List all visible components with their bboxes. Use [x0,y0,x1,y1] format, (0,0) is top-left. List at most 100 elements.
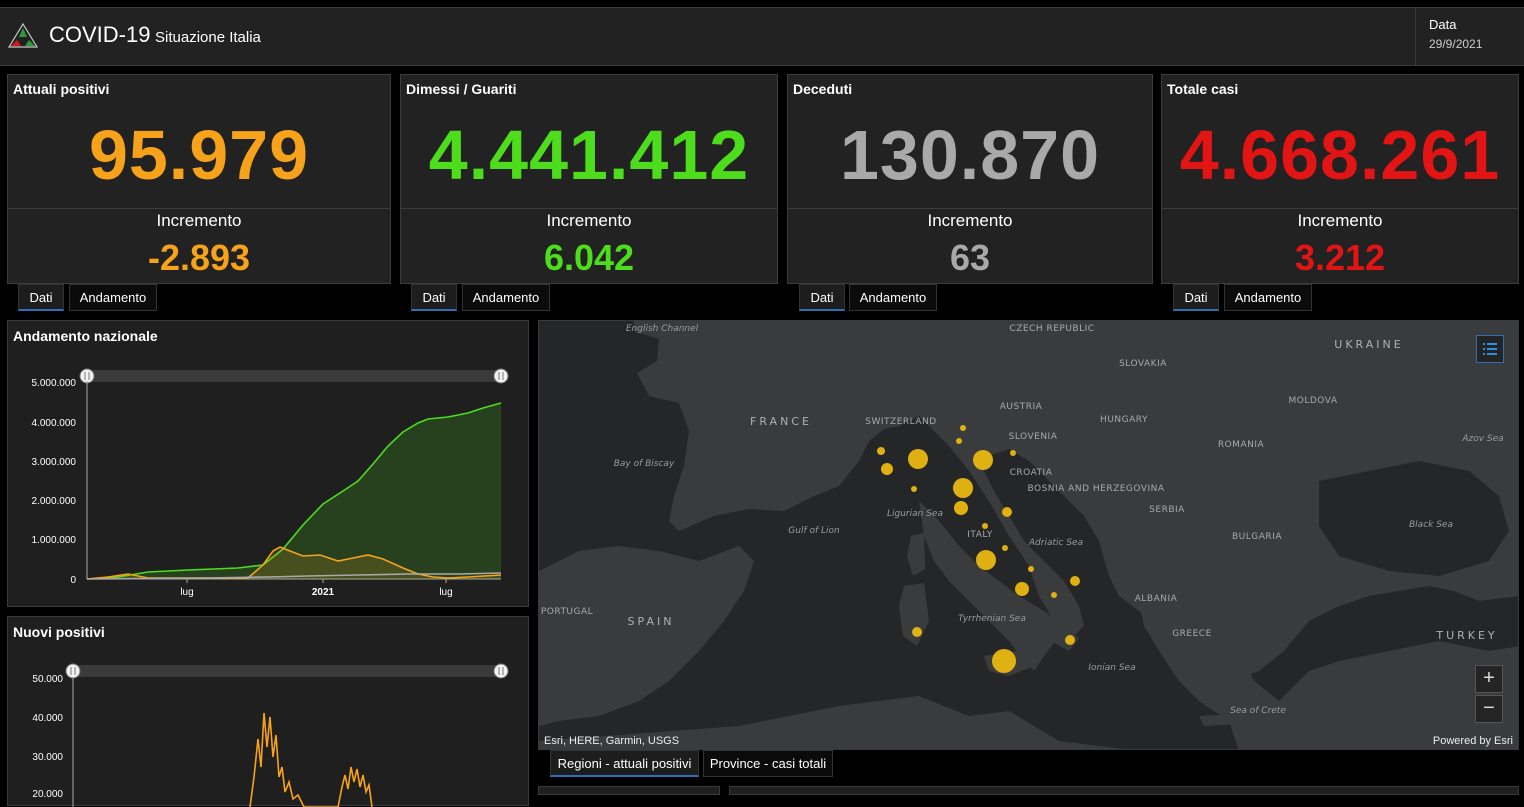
land-iberia [539,546,754,726]
card-increment-value: 6.042 [543,237,635,278]
land-sardinia [899,583,929,646]
region-bubble[interactable] [982,523,988,529]
legend-list-button[interactable] [1476,335,1504,363]
map-label: MOLDOVA [1289,396,1338,406]
region-bubble[interactable] [1010,450,1016,456]
region-bubble[interactable] [956,438,962,444]
region-bubble[interactable] [953,478,973,498]
card-divider [1162,208,1518,209]
region-bubble[interactable] [1070,576,1080,586]
bottom-panel-right [729,786,1519,795]
card-value: 4.441.412 [428,116,750,194]
map-label: FRANCE [750,415,812,428]
card-title: Attuali positivi [13,81,110,97]
card-increment-value: -2.893 [147,237,251,278]
region-bubble[interactable] [1065,635,1075,645]
region-bubble[interactable] [960,425,966,431]
x-tick-label: lug [180,587,193,598]
region-bubble[interactable] [911,486,917,492]
map-label: ALBANIA [1135,594,1178,604]
card-divider [8,208,390,209]
powered-by-esri[interactable]: Powered by Esri [1433,735,1513,747]
map-label: CROATIA [1010,468,1053,478]
map-label: ITALY [967,530,992,540]
map-label: UKRAINE [1334,338,1403,351]
range-slider-track[interactable] [73,665,501,677]
map-label: SWITZERLAND [865,417,936,427]
tab-dati[interactable]: Dati [799,284,845,311]
region-bubble[interactable] [973,450,993,470]
card-title: Dimessi / Guariti [406,81,517,97]
region-bubble[interactable] [1002,507,1012,517]
map-label: Gulf of Lion [788,526,840,536]
card-increment-value: 63 [949,237,991,278]
y-tick-label: 30.000 [32,752,63,763]
region-bubble[interactable] [954,501,968,515]
map-view[interactable]: English Channel Bay of Biscay Gulf of Li… [538,320,1519,750]
tab-dati[interactable]: Dati [411,284,457,311]
map-label: BULGARIA [1232,532,1282,542]
nuovi-positivi-line [249,712,373,807]
card-divider [401,208,777,209]
tab-dati[interactable]: Dati [18,284,64,311]
map-label: HUNGARY [1100,415,1148,425]
card-dimessi-guariti: Dimessi / Guariti 4.441.412 Incremento 6… [400,74,778,284]
y-tick-label: 3.000.000 [32,457,77,468]
card-increment-label: Incremento [546,211,632,230]
map-label: Sea of Crete [1230,706,1286,716]
tab-andamento[interactable]: Andamento [462,284,550,311]
y-tick-label: 5.000.000 [32,378,77,389]
region-bubble[interactable] [1015,582,1029,596]
app-header: COVID-19 Situazione Italia Data 29/9/202… [0,7,1524,66]
map-label: PORTUGAL [541,607,593,617]
card-totale-casi: Totale casi 4.668.261 Incremento 3.212 [1161,74,1519,284]
region-bubble[interactable] [976,550,996,570]
region-bubble[interactable] [992,649,1016,673]
range-handle-left[interactable] [79,368,95,384]
range-handle-left[interactable] [65,663,81,679]
nuovi-positivi-chart: 50.000 40.000 30.000 20.000 [32,663,509,807]
region-bubble[interactable] [1002,545,1008,551]
map-attribution[interactable]: Esri, HERE, Garmin, USGS [544,735,679,747]
card-title: Deceduti [793,81,853,97]
range-slider-track[interactable] [87,370,501,382]
x-tick-label: 2021 [312,587,335,598]
map-label: SPAIN [628,615,675,628]
map-label: Ionian Sea [1088,663,1135,673]
map-label: BOSNIA AND HERZEGOVINA [1027,484,1164,494]
zoom-out-button[interactable]: − [1475,695,1503,723]
app-title: COVID-19 [49,22,151,47]
zoom-in-button[interactable]: + [1475,665,1503,693]
tab-andamento[interactable]: Andamento [69,284,157,311]
y-tick-label: 2.000.000 [32,496,77,507]
land-corsica [907,533,925,576]
tab-andamento[interactable]: Andamento [1224,284,1312,311]
y-tick-label: 1.000.000 [32,535,77,546]
range-handle-right[interactable] [493,368,509,384]
map-label: Adriatic Sea [1028,538,1083,548]
map-label: Bay of Biscay [614,459,675,469]
date-value: 29/9/2021 [1429,37,1483,51]
map-label: AUSTRIA [1000,402,1043,412]
map-canvas[interactable]: English Channel Bay of Biscay Gulf of Li… [539,321,1519,750]
region-bubble[interactable] [881,463,893,475]
tab-province[interactable]: Province - casi totali [703,750,833,777]
region-bubble[interactable] [877,447,885,455]
card-increment-value: 3.212 [1294,237,1386,278]
region-bubble[interactable] [908,449,928,469]
card-increment-label: Incremento [927,211,1013,230]
map-label: ROMANIA [1218,440,1265,450]
tab-regioni[interactable]: Regioni - attuali positivi [550,750,699,777]
tab-andamento[interactable]: Andamento [849,284,937,311]
map-label: GREECE [1172,629,1212,639]
map-label: English Channel [626,324,699,334]
tab-dati[interactable]: Dati [1173,284,1219,311]
region-bubble[interactable] [912,627,922,637]
region-bubble[interactable] [1028,566,1034,572]
region-bubble[interactable] [1051,592,1057,598]
y-tick-label: 4.000.000 [32,418,77,429]
card-divider [788,208,1152,209]
nuovi-positivi-panel: Nuovi positivi 50.000 40.000 30.000 20.0… [7,616,529,807]
range-handle-right[interactable] [493,663,509,679]
andamento-nazionale-panel: Andamento nazionale 5.000.000 4.000.000 … [7,320,529,607]
